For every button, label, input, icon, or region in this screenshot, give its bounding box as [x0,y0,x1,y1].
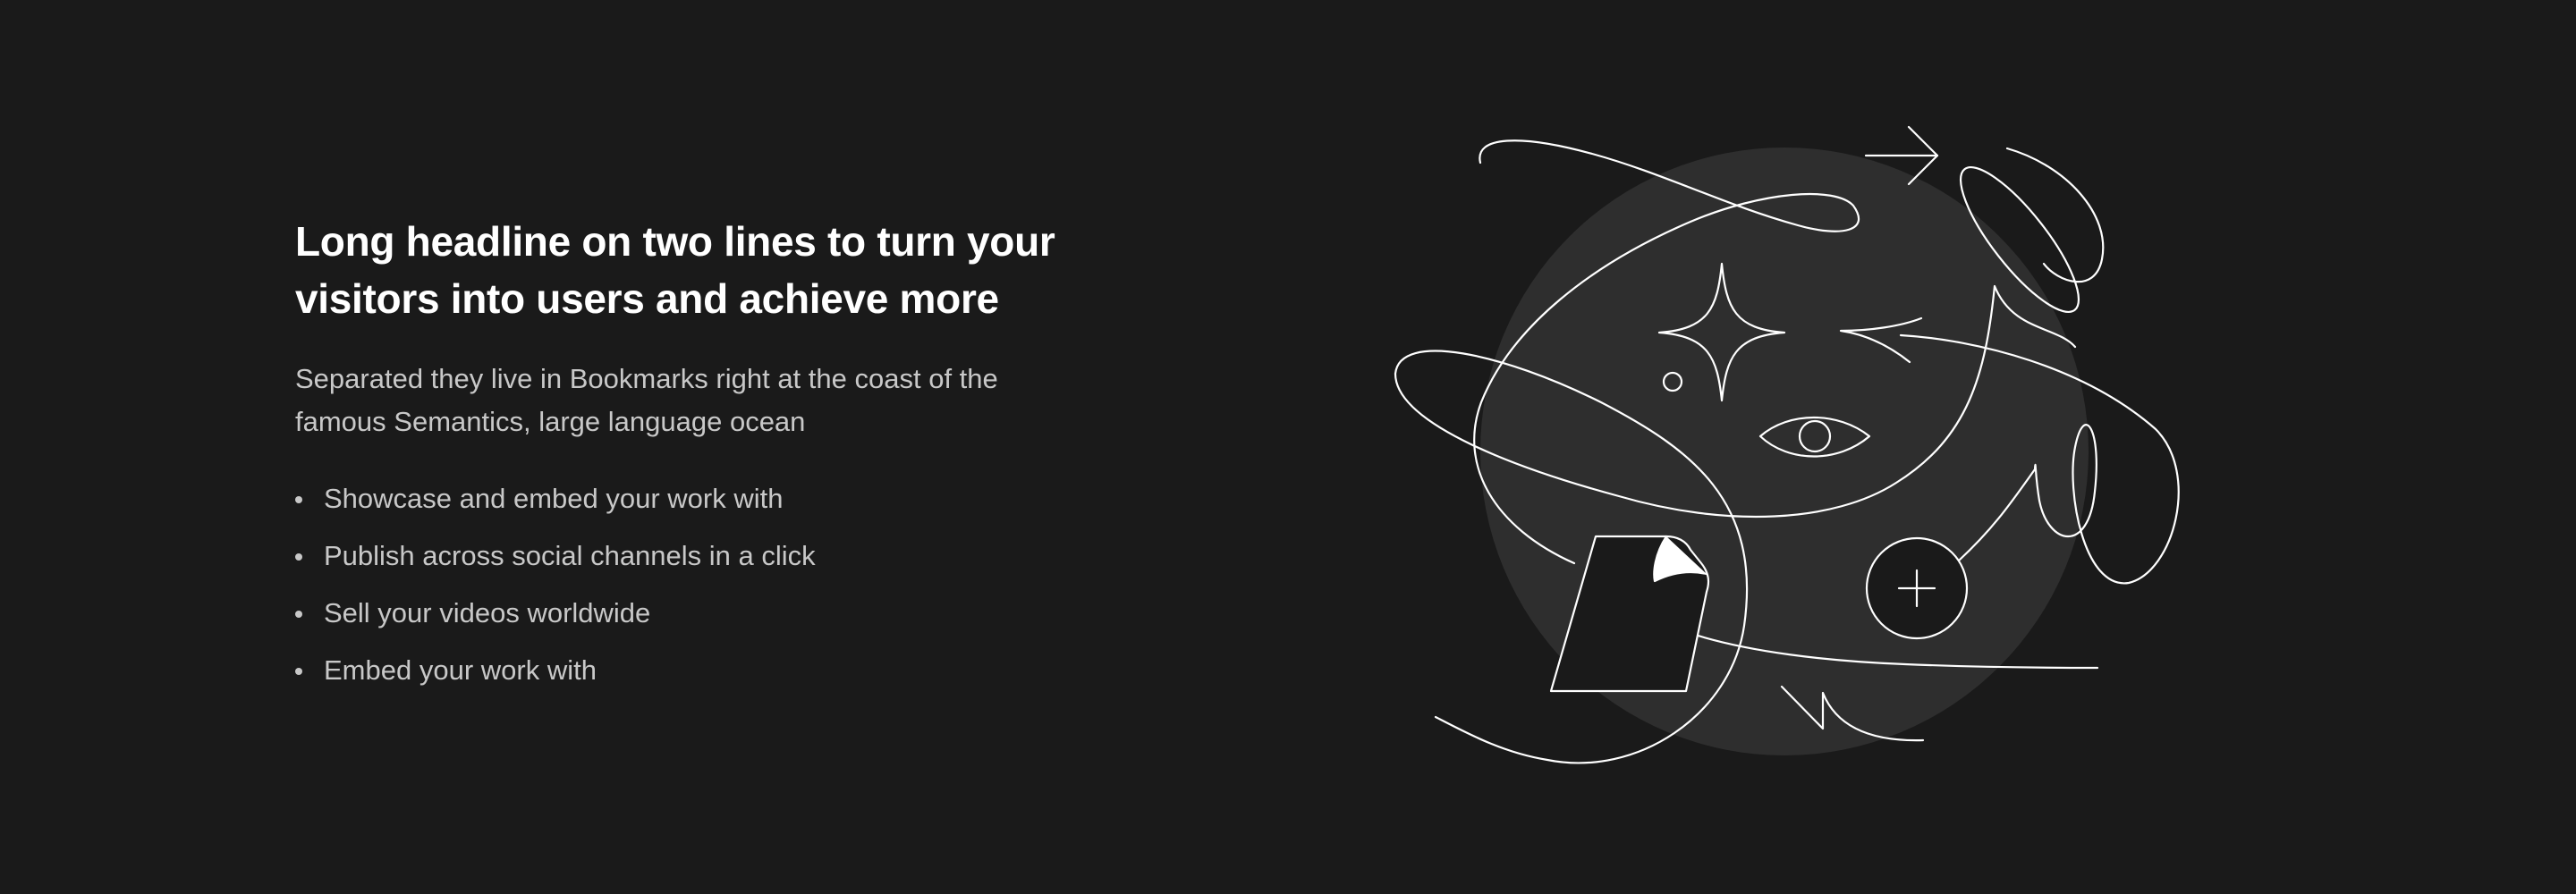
bullet-icon [295,668,302,675]
hero-subtitle: Separated they live in Bookmarks right a… [295,358,1172,443]
bullet-icon [295,496,302,503]
subtitle-line-1: Separated they live in Bookmarks right a… [295,363,998,394]
feature-text: Publish across social channels in a clic… [324,540,816,571]
subtitle-line-2: famous Semantics, large language ocean [295,406,806,437]
illustration-svg [1394,125,2180,764]
plus-circle-icon [1865,536,1969,640]
feature-text: Embed your work with [324,654,597,686]
hero-headline: Long headline on two lines to turn your … [295,213,1172,327]
feature-list-item: Embed your work with [295,642,1172,699]
feature-text: Sell your videos worldwide [324,597,651,628]
bullet-icon [295,611,302,618]
feature-text: Showcase and embed your work with [324,483,784,514]
feature-list-item: Sell your videos worldwide [295,585,1172,642]
feature-list: Showcase and embed your work with Publis… [295,470,1172,699]
headline-line-2: visitors into users and achieve more [295,275,999,322]
feature-list-item: Publish across social channels in a clic… [295,527,1172,585]
headline-line-1: Long headline on two lines to turn your [295,218,1055,265]
bullet-icon [295,553,302,561]
feature-list-item: Showcase and embed your work with [295,470,1172,527]
hero-text: Long headline on two lines to turn your … [295,213,1172,699]
hero-section: Long headline on two lines to turn your … [0,0,2576,894]
hero-illustration [1368,116,2191,778]
